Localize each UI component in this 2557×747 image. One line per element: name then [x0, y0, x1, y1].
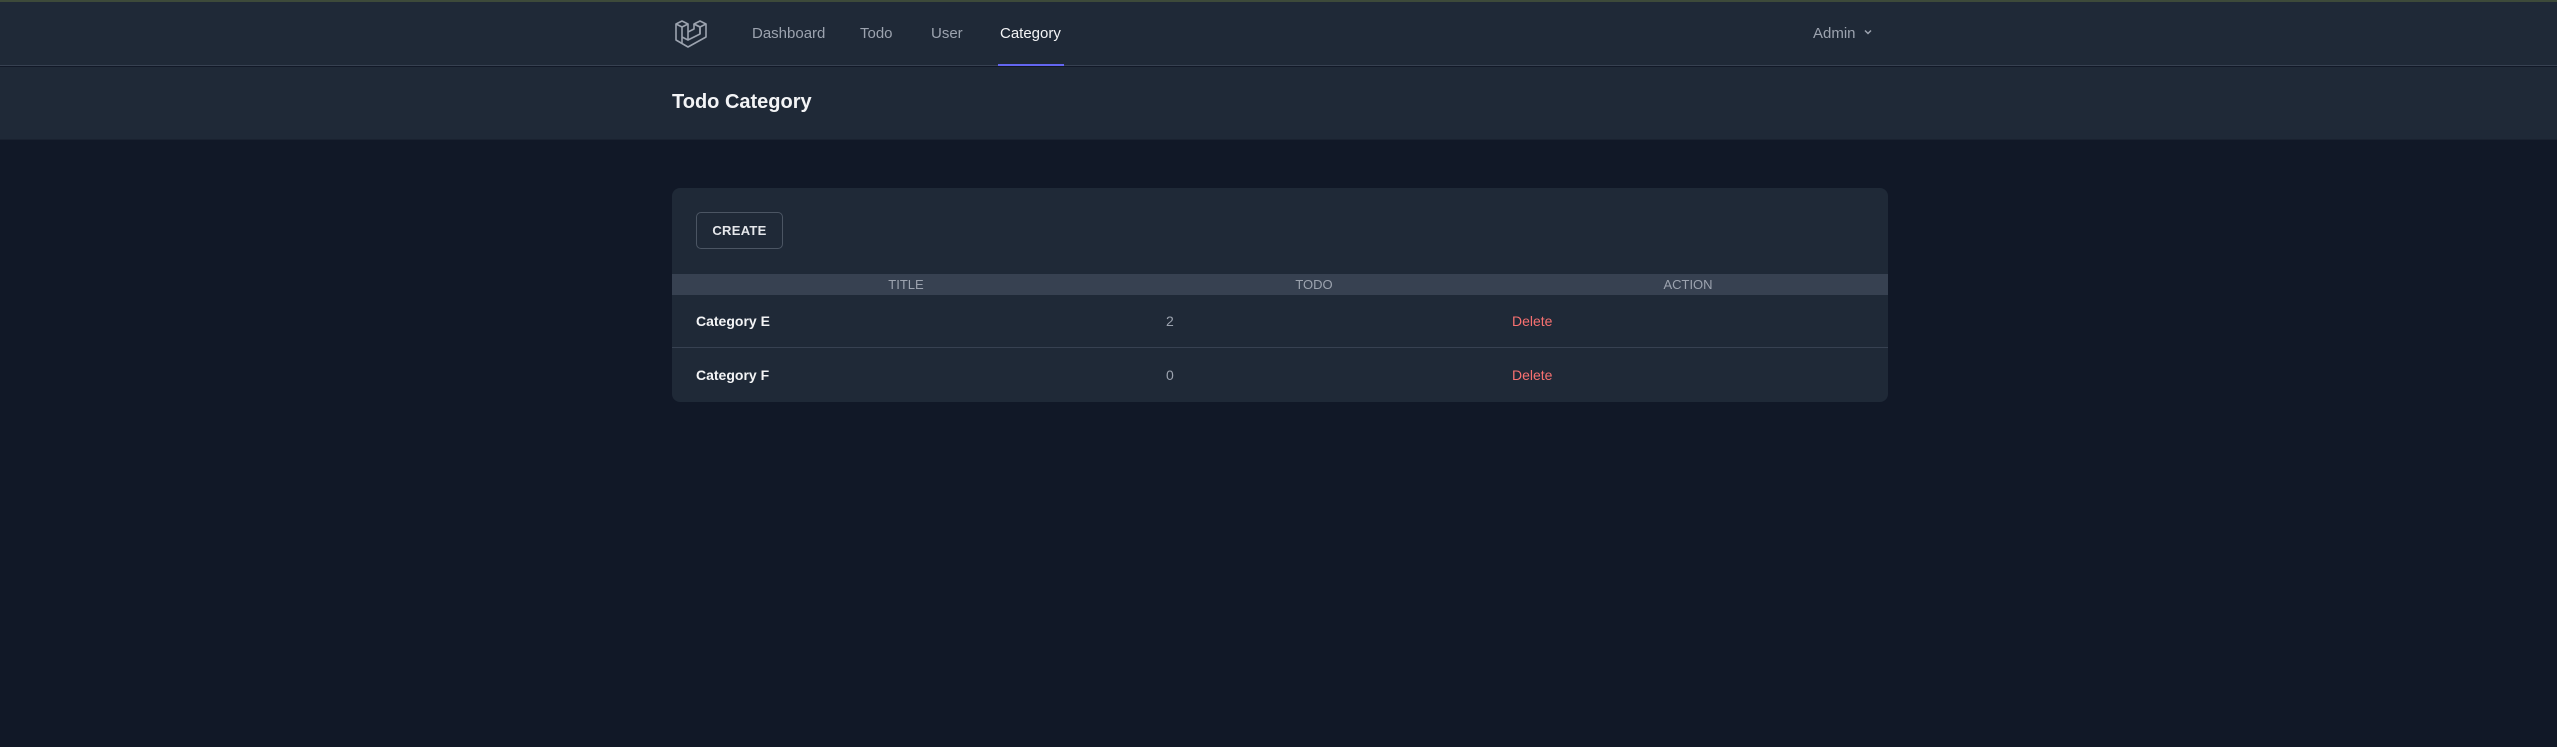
delete-link[interactable]: Delete — [1512, 349, 1552, 402]
category-title: Category E — [696, 313, 770, 329]
navbar: Dashboard Todo User Category Admin — [0, 2, 2557, 66]
todo-count: 2 — [1166, 313, 1174, 329]
user-name: Admin — [1813, 25, 1856, 42]
laravel-logo-icon[interactable] — [672, 16, 708, 52]
page-title: Todo Category — [672, 91, 812, 113]
table-row: Category E 2 Delete — [672, 295, 1888, 348]
category-card: CREATE TITLE TODO ACTION Category E 2 De… — [672, 188, 1888, 402]
category-title: Category F — [696, 367, 770, 383]
column-header-action: ACTION — [1663, 277, 1713, 292]
active-tab-indicator — [998, 64, 1064, 66]
user-menu-button[interactable]: Admin — [1813, 2, 1874, 66]
column-header-title: TITLE — [888, 277, 924, 292]
create-button[interactable]: CREATE — [696, 212, 783, 249]
nav-link-dashboard[interactable]: Dashboard — [752, 2, 825, 66]
column-header-todo: TODO — [1295, 277, 1333, 292]
page-header: Todo Category — [0, 67, 2557, 140]
nav-link-user[interactable]: User — [931, 2, 963, 66]
nav-link-category[interactable]: Category — [1000, 2, 1061, 66]
todo-count: 0 — [1166, 367, 1174, 383]
delete-link[interactable]: Delete — [1512, 295, 1552, 348]
table-row: Category F 0 Delete — [672, 349, 1888, 402]
chevron-down-icon — [1862, 2, 1874, 66]
nav-link-todo[interactable]: Todo — [860, 2, 893, 66]
table-header: TITLE TODO ACTION — [672, 274, 1888, 295]
